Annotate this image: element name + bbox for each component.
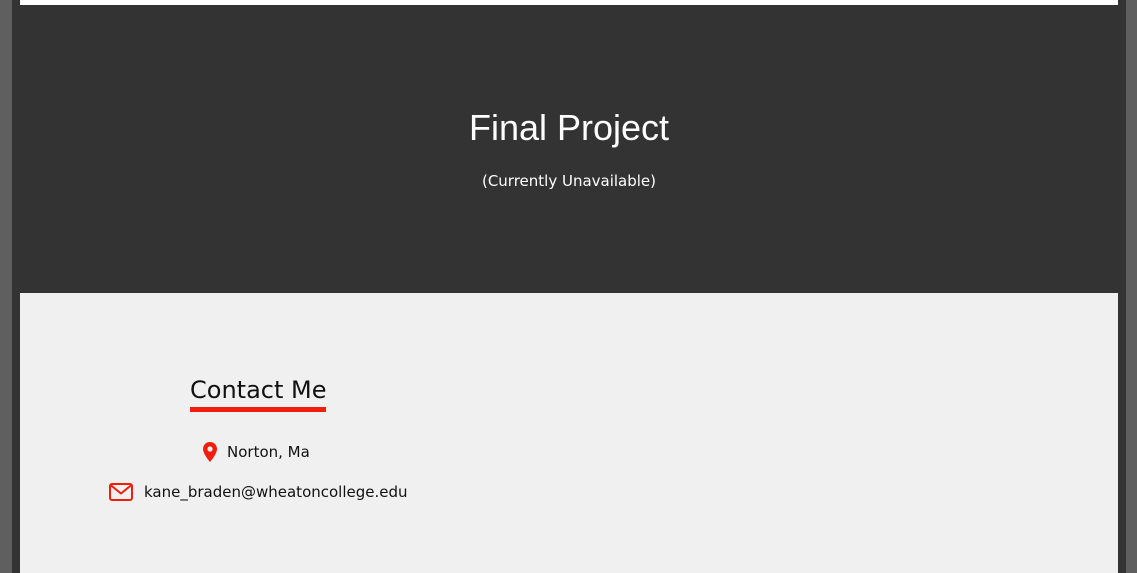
email-link[interactable]: kane_braden@wheatoncollege.edu <box>144 483 408 501</box>
contact-location: Norton, Ma <box>203 442 310 462</box>
page-title: Final Project <box>468 107 670 148</box>
location-text: Norton, Ma <box>227 443 310 461</box>
page-container: Final Project (Currently Unavailable) Co… <box>12 0 1126 573</box>
contact-heading: Contact Me <box>190 375 327 412</box>
map-pin-icon <box>203 442 217 462</box>
hero-section: Final Project (Currently Unavailable) <box>12 5 1126 293</box>
envelope-icon <box>109 483 133 501</box>
contact-section: Contact Me Norton, Ma kane_braden@wheato… <box>20 293 1118 573</box>
contact-email[interactable]: kane_braden@wheatoncollege.edu <box>109 483 408 501</box>
page-subtitle: (Currently Unavailable) <box>481 172 657 190</box>
